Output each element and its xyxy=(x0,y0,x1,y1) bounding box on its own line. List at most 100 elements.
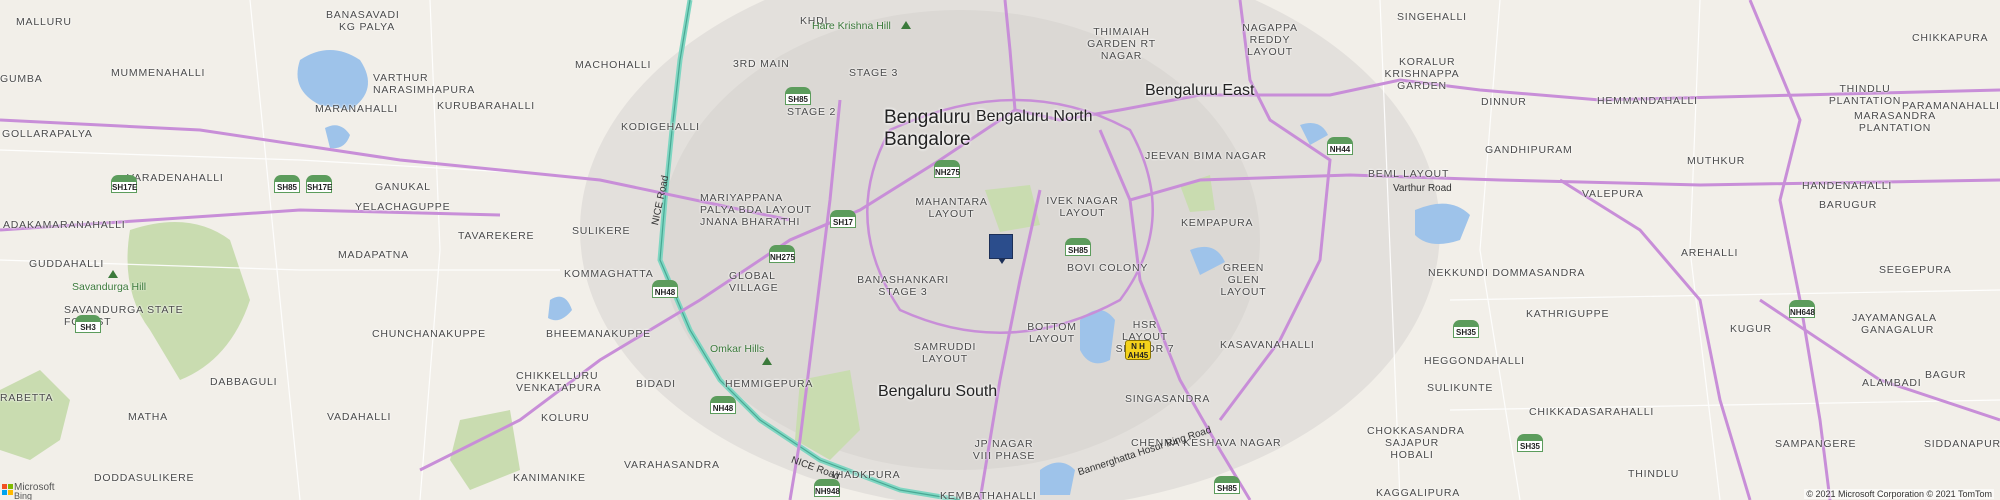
locality-label: Varahasandra xyxy=(624,459,720,471)
locality-label: Ivek Nagar Layout xyxy=(1046,195,1119,219)
locality-label: Thimaiah Garden RT Nagar xyxy=(1087,26,1156,62)
locality-label: Nagappa Reddy Layout xyxy=(1242,22,1298,58)
highway-shield: NH275 xyxy=(934,160,960,180)
locality-label: JP Nagar VIII Phase xyxy=(972,438,1036,462)
locality-label: Kembathahalli xyxy=(940,490,1037,500)
locality-label: Arehalli xyxy=(1681,247,1739,259)
locality-label: Seegepura xyxy=(1879,264,1952,276)
poi-omkar-hills[interactable]: Omkar Hills xyxy=(710,343,764,355)
highway-shield: SH85 xyxy=(785,87,811,107)
locality-label: Global Village xyxy=(729,270,779,294)
locality-label: Madapatna xyxy=(338,249,409,261)
locality-label: Mahantara Layout xyxy=(915,196,988,220)
locality-label: Rabetta xyxy=(0,392,54,404)
highway-shield: NH48 xyxy=(710,396,736,416)
city-bengaluru: Bengaluru xyxy=(884,107,971,128)
locality-label: Hemmigepura xyxy=(725,378,814,390)
locality-label: Sulikunte xyxy=(1427,382,1494,394)
highway-shield: SH17E xyxy=(306,175,332,195)
poi-hare-krishna-hill[interactable]: Hare Krishna Hill xyxy=(812,20,891,32)
locality-label: Kanimanike xyxy=(513,472,586,484)
locality-label: Heggondahalli xyxy=(1424,355,1525,367)
locality-label: Mariyappana Palya BDA Layout Jnana Bhara… xyxy=(700,192,812,228)
locality-label: Chikkapura xyxy=(1912,32,1989,44)
locality-label: Barugur xyxy=(1819,199,1878,211)
map-canvas[interactable]: Bengaluru Bangalore Bengaluru North Beng… xyxy=(0,0,2000,500)
locality-label: Marasandra Plantation xyxy=(1853,110,1937,134)
highway-shield: SH35 xyxy=(1517,434,1543,454)
highway-shield: SH85 xyxy=(1065,238,1091,258)
locality-label: Ihadkpura xyxy=(832,469,901,481)
locality-label: Thindlu xyxy=(1628,468,1680,480)
locality-label: Yelachaguppe xyxy=(355,201,451,213)
locality-label: Sampangere xyxy=(1775,438,1857,450)
lake xyxy=(1040,462,1075,495)
locality-label: Dinnur xyxy=(1481,96,1527,108)
highway-shield: SH85 xyxy=(274,175,300,195)
locality-label: Chikkadasarahalli xyxy=(1529,406,1655,418)
highway-shield: SH17 xyxy=(830,210,856,230)
locality-label: Gumba xyxy=(0,73,43,85)
locality-label: Ganagalur xyxy=(1861,324,1935,336)
locality-label: Jayamangala xyxy=(1852,312,1937,324)
city-bangalore: Bangalore xyxy=(884,129,971,150)
locality-label: Mummenahalli xyxy=(111,67,206,79)
locality-label: Kempapura xyxy=(1181,217,1254,229)
locality-label: Chokkasandra Sajapur Hobali xyxy=(1367,425,1465,461)
locality-label: Chikkelluru Venkatapura xyxy=(516,370,602,394)
locality-label: Doddasulikere xyxy=(94,472,195,484)
locality-label: Jeevan Bima Nagar xyxy=(1145,150,1267,162)
locality-label: Kugur xyxy=(1730,323,1772,335)
locality-label: Malluru xyxy=(16,16,72,28)
locality-label: Koluru xyxy=(541,412,590,424)
locality-label: Kaggalipura xyxy=(1376,487,1461,499)
mountain-icon xyxy=(901,21,911,29)
locality-label: Dabbaguli xyxy=(210,376,278,388)
locality-label: Gollarapalya xyxy=(2,128,93,140)
highway-shield: NH948 xyxy=(814,479,840,499)
locality-label: Kathriguppe xyxy=(1526,308,1610,320)
locality-label: Banasavadi xyxy=(326,9,400,21)
locality-label: Nekkundi Dommasandra xyxy=(1428,267,1586,279)
mountain-icon xyxy=(762,357,772,365)
locality-label: Machohalli xyxy=(575,59,652,71)
locality-label: Vadahalli xyxy=(327,411,392,423)
locality-label: Handenahalli xyxy=(1802,180,1893,192)
locality-label: Siddanapura xyxy=(1924,438,2000,450)
locality-label: Guddahalli xyxy=(29,258,105,270)
locality-label: Kodigehalli xyxy=(621,121,700,133)
locality-label: Kommaghatta xyxy=(564,268,654,280)
locality-label: 3rd Main xyxy=(733,58,790,70)
locality-label: Koralur xyxy=(1399,56,1456,68)
locality-label: Bovi Colony xyxy=(1067,262,1149,274)
locality-label: Kurubarahalli xyxy=(437,100,535,112)
map-attribution: © 2021 Microsoft Corporation © 2021 TomT… xyxy=(1804,489,1994,499)
highway-shield: SH35 xyxy=(1453,320,1479,340)
city-bengaluru-north: Bengaluru North xyxy=(976,108,1093,125)
poi-savandurga-hill[interactable]: Savandurga Hill xyxy=(72,281,146,293)
locality-label: Matha xyxy=(128,411,168,423)
highway-shield: NH275 xyxy=(769,245,795,265)
highway-shield: NH648 xyxy=(1789,300,1815,320)
locality-label: Green Glen Layout xyxy=(1220,262,1267,298)
locality-label: Chunchanakuppe xyxy=(372,328,486,340)
locality-label: Bheemanakuppe xyxy=(546,328,651,340)
locality-label: Bottom Layout xyxy=(1027,321,1077,345)
microsoft-bing-logo: Microsoft Bing xyxy=(0,482,60,500)
highway-shield: NH48 xyxy=(652,280,678,300)
locality-label: Hemmandahalli xyxy=(1597,95,1698,107)
locality-label: BEML Layout xyxy=(1368,168,1450,180)
location-marker[interactable] xyxy=(989,234,1013,264)
highway-shield: SH17E xyxy=(111,175,137,195)
locality-label: KG Palya xyxy=(339,21,396,33)
locality-label: Varthur Narasimhapura xyxy=(373,72,475,96)
highway-shield: SH3 xyxy=(75,315,101,335)
mountain-icon xyxy=(108,270,118,278)
locality-label: Banashankari Stage 3 xyxy=(857,274,949,298)
city-bengaluru-south: Bengaluru South xyxy=(878,383,998,400)
city-bengaluru-east: Bengaluru East xyxy=(1145,82,1255,99)
locality-label: Singasandra xyxy=(1125,393,1211,405)
locality-label: Varadenahalli xyxy=(127,172,224,184)
highway-shield: NH44 xyxy=(1327,137,1353,157)
locality-label: Bidadi xyxy=(636,378,676,390)
